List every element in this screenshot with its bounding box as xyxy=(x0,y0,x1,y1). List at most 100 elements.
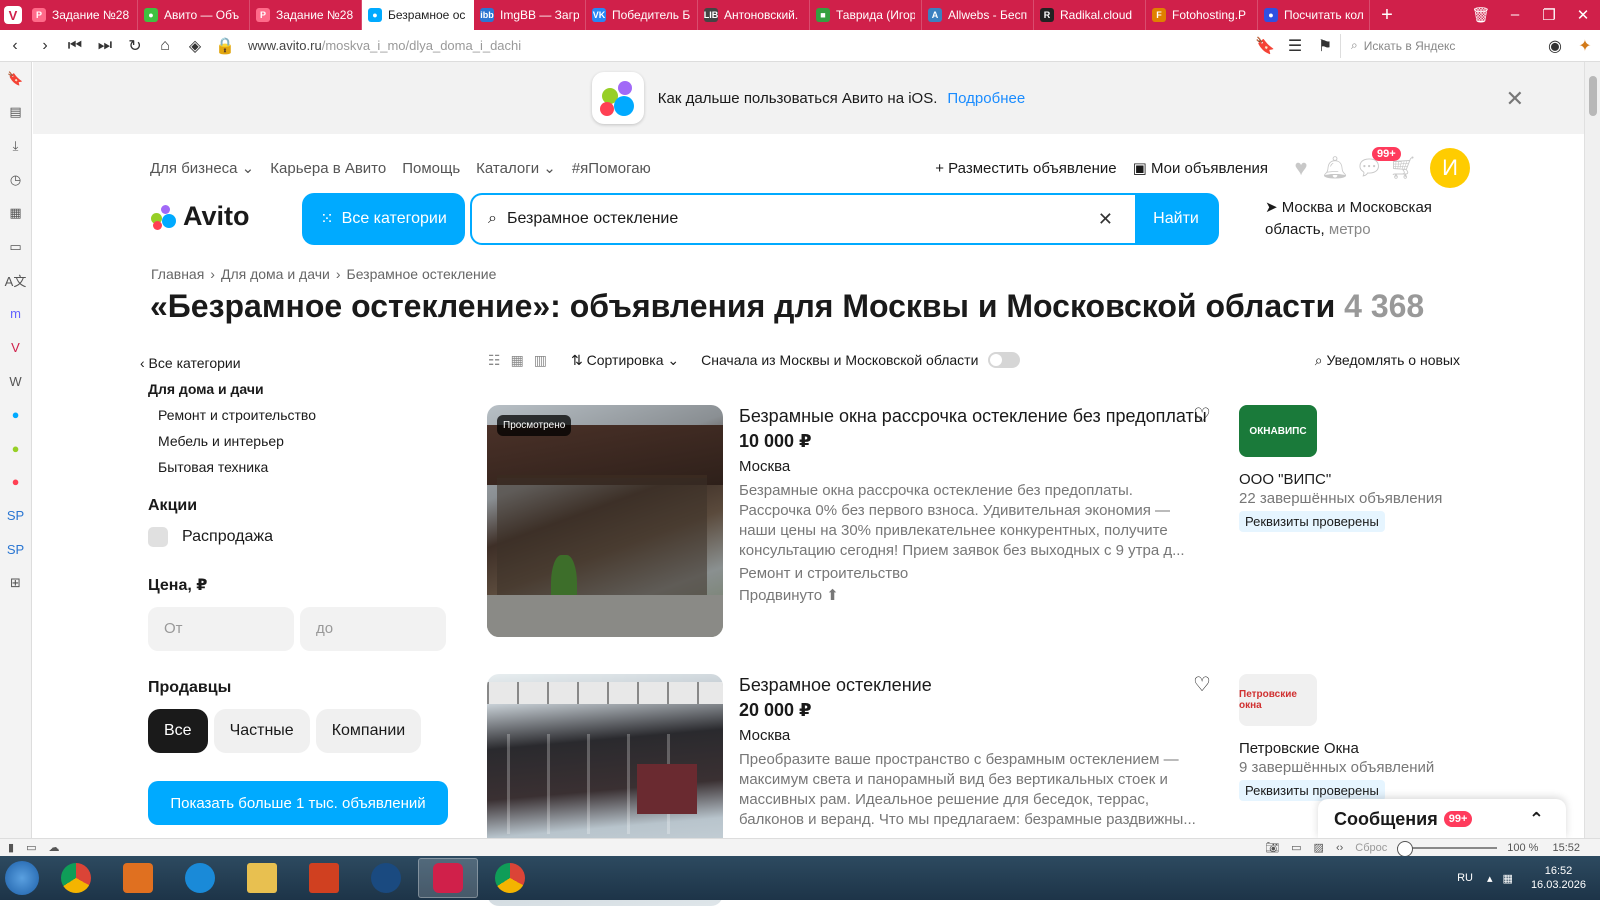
file-explorer-icon[interactable] xyxy=(232,858,292,898)
forward-icon[interactable]: › xyxy=(30,37,60,55)
home-icon[interactable]: ⌂ xyxy=(150,37,180,55)
window-icon[interactable]: ▭ xyxy=(1291,841,1301,854)
zoom-reset[interactable]: Сброс xyxy=(1355,842,1387,854)
rewind-icon[interactable]: ⏮ xyxy=(60,37,90,55)
show-more-button[interactable]: Показать больше 1 тыс. объявлений xyxy=(148,781,448,825)
top-nav-link[interactable]: Помощь xyxy=(402,160,460,177)
cloud-sync-icon[interactable]: ☁ xyxy=(48,841,59,854)
vivaldi-taskbar-icon[interactable] xyxy=(418,858,478,898)
top-nav-link[interactable]: Каталоги ⌄ xyxy=(476,160,556,177)
seller-logo[interactable]: Петровские окна xyxy=(1239,674,1317,726)
reader-icon[interactable]: ☰ xyxy=(1280,36,1310,56)
vivaldi-icon[interactable]: V xyxy=(0,331,31,365)
subcategory-link[interactable]: Мебель и интерьер xyxy=(158,433,450,449)
sale-checkbox[interactable]: Распродажа xyxy=(148,527,450,547)
bookmarks-panel-icon[interactable]: 🔖 xyxy=(0,62,31,96)
sp-panel-icon-2[interactable]: SP xyxy=(0,532,31,566)
breadcrumb-item[interactable]: Главная xyxy=(151,266,204,282)
seller-name[interactable]: Петровские Окна xyxy=(1239,740,1469,757)
network-icon[interactable]: ▦ xyxy=(1503,872,1513,885)
code-icon[interactable]: ‹› xyxy=(1336,842,1343,854)
search-input[interactable]: Безрамное остекление xyxy=(507,210,1098,228)
browser-tab[interactable]: ibb ImgBB — Загр xyxy=(474,0,586,30)
start-button[interactable] xyxy=(0,856,44,900)
breadcrumb-item[interactable]: Для дома и дачи xyxy=(221,266,330,282)
all-categories-button[interactable]: ⁙ Все категории xyxy=(302,193,465,245)
yandex-search-field[interactable]: ⌕ Искать в Яндекс xyxy=(1340,33,1540,58)
url-field[interactable]: www.avito.ru/moskva_i_mo/dlya_doma_i_dac… xyxy=(248,38,1250,53)
cart-icon[interactable]: 🛒︎ xyxy=(1386,155,1420,181)
metro-link[interactable]: метро xyxy=(1329,221,1371,238)
tray-arrow-icon[interactable]: ▴ xyxy=(1487,872,1493,885)
notes-icon[interactable]: ▦ xyxy=(0,196,31,230)
favorite-heart-icon[interactable]: ♡ xyxy=(1193,403,1211,428)
shield-icon[interactable]: ◈ xyxy=(180,36,210,56)
moscow-first-toggle[interactable] xyxy=(988,352,1021,368)
clear-search-icon[interactable]: ✕ xyxy=(1098,209,1113,230)
subcategory-link[interactable]: Ремонт и строительство xyxy=(158,407,450,423)
office-icon[interactable] xyxy=(294,858,354,898)
top-nav-link[interactable]: Для бизнеса ⌄ xyxy=(150,160,254,177)
grid-view-icon[interactable]: ▦ xyxy=(511,352,524,369)
seller-block[interactable]: Петровские окна Петровские Окна 9 заверш… xyxy=(1239,674,1469,801)
favorites-icon[interactable]: ♥ xyxy=(1284,155,1318,181)
browser-tab[interactable]: A Allwebs - Бесп xyxy=(922,0,1034,30)
messages-widget[interactable]: Сообщения 99+ ⌃ xyxy=(1318,799,1566,839)
avatar[interactable]: И xyxy=(1430,148,1470,188)
browser-tab[interactable]: F Fotohosting.P xyxy=(1146,0,1258,30)
history-icon[interactable]: ◷ xyxy=(0,163,31,197)
listing-photo[interactable]: Просмотрено xyxy=(487,405,723,637)
new-tab-icon[interactable]: + xyxy=(1376,4,1398,26)
seller-name[interactable]: ООО "ВИПС" xyxy=(1239,471,1469,488)
top-nav-link[interactable]: Карьера в Авито xyxy=(270,160,386,177)
chevron-up-icon[interactable]: ⌃ xyxy=(1529,809,1544,830)
tiling-icon[interactable]: ▭ xyxy=(26,841,36,854)
hp-icon[interactable] xyxy=(356,858,416,898)
avito-panel-icon[interactable]: ● xyxy=(0,398,31,432)
wikipedia-icon[interactable]: W xyxy=(0,364,31,398)
internet-explorer-icon[interactable] xyxy=(170,858,230,898)
avito-panel-icon-3[interactable]: ● xyxy=(0,465,31,499)
current-category[interactable]: Для дома и дачи xyxy=(148,381,450,397)
avito-logo[interactable]: Avito xyxy=(151,200,250,232)
browser-tab[interactable]: LIB Антоновский. xyxy=(698,0,810,30)
notifications-icon[interactable]: 🔔︎ xyxy=(1318,155,1352,181)
translate-icon[interactable]: A文 xyxy=(0,264,31,298)
listing-card[interactable]: Просмотрено Безрамные окна рассрочка ост… xyxy=(487,405,1472,637)
language-indicator[interactable]: RU xyxy=(1457,872,1473,884)
chat-icon[interactable]: 💬︎ 99+ xyxy=(1352,147,1401,181)
trash-icon[interactable]: 🗑 xyxy=(1464,6,1498,24)
seller-logo[interactable]: ОКНАВИПС xyxy=(1239,405,1317,457)
reload-icon[interactable]: ↻ xyxy=(120,36,150,56)
browser-tab[interactable]: R Radikal.cloud xyxy=(1034,0,1146,30)
restore-icon[interactable]: ❐ xyxy=(1532,6,1566,24)
reading-list-icon[interactable]: ▤ xyxy=(0,96,31,130)
list-view-icon[interactable]: ☷ xyxy=(488,352,501,369)
taskbar-clock[interactable]: 16:52 16.03.2026 xyxy=(1531,864,1586,892)
subcategory-link[interactable]: Бытовая техника xyxy=(158,459,450,475)
panel-toggle-icon[interactable]: ▮ xyxy=(8,841,14,854)
top-nav-link[interactable]: #яПомогаю xyxy=(572,160,651,177)
notify-new-link[interactable]: ⌕ Уведомлять о новых xyxy=(1315,352,1460,369)
browser-tab[interactable]: ● Безрамное ос xyxy=(362,0,474,30)
media-player-icon[interactable] xyxy=(108,858,168,898)
seller-block[interactable]: ОКНАВИПС ООО "ВИПС" 22 завершённых объяв… xyxy=(1239,405,1469,532)
post-ad-link[interactable]: + Разместить объявление xyxy=(935,160,1116,177)
scrollbar-thumb[interactable] xyxy=(1589,76,1597,116)
vivaldi-menu-icon[interactable]: V xyxy=(0,0,26,30)
breadcrumb-item[interactable]: Безрамное остекление xyxy=(347,266,497,282)
mastodon-icon[interactable]: m xyxy=(0,297,31,331)
close-window-icon[interactable]: ✕ xyxy=(1566,6,1600,24)
my-ads-link[interactable]: ▣ Мои объявления xyxy=(1133,159,1268,177)
sp-panel-icon[interactable]: SP xyxy=(0,499,31,533)
capture-icon[interactable]: 📷︎ xyxy=(1265,841,1279,854)
browser-tab[interactable]: ● Посчитать кол xyxy=(1258,0,1370,30)
browser-tab[interactable]: VK Победитель Б xyxy=(586,0,698,30)
chrome-taskbar-icon[interactable] xyxy=(46,858,106,898)
price-to-input[interactable]: до xyxy=(300,607,446,651)
banner-more-link[interactable]: Подробнее xyxy=(947,90,1025,107)
sort-dropdown[interactable]: ⇅ Сортировка ⌄ xyxy=(571,352,679,369)
profile-icon[interactable]: ◉ xyxy=(1540,36,1570,56)
chrome-taskbar-icon-2[interactable] xyxy=(480,858,540,898)
listing-title[interactable]: Безрамное остекление xyxy=(739,674,1209,696)
